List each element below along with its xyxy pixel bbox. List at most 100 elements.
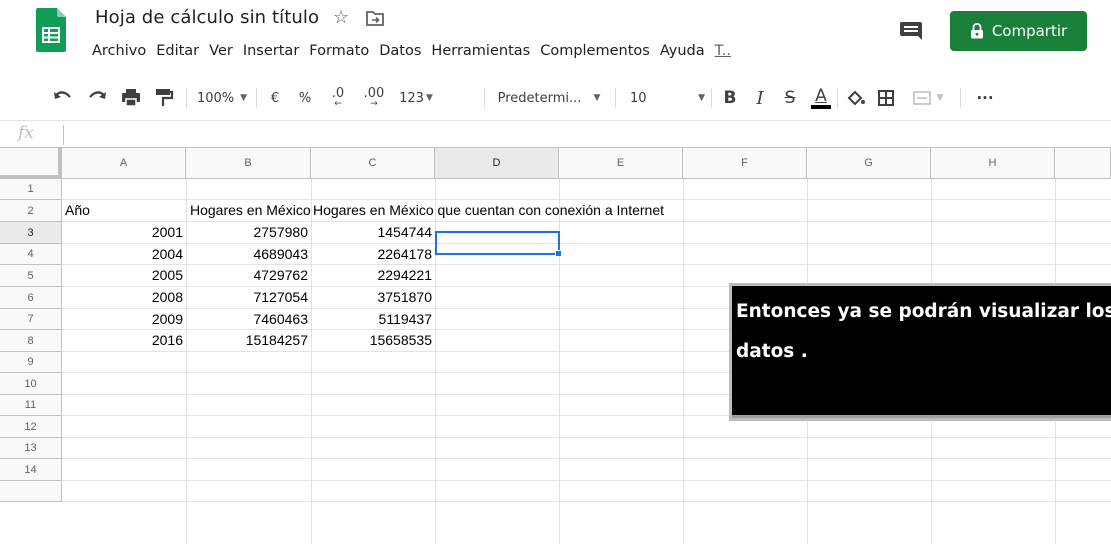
font-family-select[interactable]: Predetermi... ▼ [494, 78, 604, 118]
cell-b8[interactable]: 15184257 [186, 330, 311, 352]
cell-b7[interactable]: 7460463 [186, 309, 311, 330]
bold-button[interactable]: B [718, 78, 742, 118]
font-size-value: 10 [630, 90, 647, 106]
row-header[interactable]: 13 [0, 438, 62, 459]
row-header[interactable]: 4 [0, 244, 62, 265]
menu-bar: Archivo Editar Ver Insertar Formato Dato… [87, 38, 736, 64]
font-family-value: Predetermi... [497, 90, 582, 106]
menu-formato[interactable]: Formato [304, 38, 374, 64]
menu-complementos[interactable]: Complementos [535, 38, 655, 64]
arrow-left-icon: ← [334, 99, 342, 109]
row-header[interactable] [0, 481, 62, 502]
dropdown-caret-icon: ▼ [425, 93, 433, 103]
more-options-button[interactable]: ··· [970, 78, 1000, 118]
toolbar-divider [186, 88, 187, 108]
cell-c8[interactable]: 15658535 [311, 330, 435, 352]
undo-icon[interactable] [50, 78, 76, 118]
menu-datos[interactable]: Datos [374, 38, 426, 64]
row-header[interactable]: 1 [0, 179, 62, 200]
column-header-d[interactable]: D [435, 148, 559, 179]
cell-b2[interactable]: Hogares en México con computadora [186, 200, 311, 222]
italic-button[interactable]: I [748, 78, 772, 118]
more-formats-button[interactable]: 123 ▼ [394, 78, 438, 118]
cell-b6[interactable]: 7127054 [186, 287, 311, 309]
cell-b5[interactable]: 4729762 [186, 265, 311, 287]
decrease-decimals-button[interactable]: .0 ← [324, 78, 352, 118]
strikethrough-button[interactable]: S [778, 78, 802, 118]
caption-line-1: Entonces ya se podrán visualizar los [736, 301, 1111, 322]
toolbar-divider [837, 88, 838, 108]
document-title[interactable]: Hoja de cálculo sin título [95, 7, 319, 28]
formula-divider [63, 125, 64, 145]
menu-archivo[interactable]: Archivo [87, 38, 151, 64]
increase-decimals-button[interactable]: .00 → [358, 78, 390, 118]
merge-cells-icon [912, 91, 931, 105]
cell-c7[interactable]: 5119437 [311, 309, 435, 330]
star-icon[interactable]: ☆ [333, 6, 349, 30]
row-header[interactable]: 11 [0, 395, 62, 416]
menu-editar[interactable]: Editar [151, 38, 204, 64]
column-header-i[interactable] [1055, 148, 1111, 179]
last-edit-link[interactable]: T.. [710, 38, 736, 64]
borders-icon[interactable] [874, 78, 900, 118]
cell-b3[interactable]: 2757980 [186, 222, 311, 244]
currency-format-button[interactable]: € [264, 78, 286, 118]
cell-a4[interactable]: 2004 [62, 244, 186, 265]
row-header[interactable]: 9 [0, 352, 62, 373]
cell-a2[interactable]: Año [62, 200, 186, 222]
zoom-value: 100% [196, 90, 235, 106]
menu-ver[interactable]: Ver [204, 38, 238, 64]
menu-herramientas[interactable]: Herramientas [426, 38, 535, 64]
column-header-h[interactable]: H [931, 148, 1055, 179]
percent-format-button[interactable]: % [294, 78, 316, 118]
sheets-logo[interactable] [36, 8, 68, 52]
row-header[interactable]: 3 [0, 222, 62, 244]
cell-c5[interactable]: 2294221 [311, 265, 435, 287]
select-all-corner[interactable] [0, 148, 62, 179]
selected-cell-d3[interactable] [435, 231, 560, 255]
column-header-e[interactable]: E [559, 148, 683, 179]
row-header[interactable]: 5 [0, 265, 62, 287]
cell-a7[interactable]: 2009 [62, 309, 186, 330]
cell-c6[interactable]: 3751870 [311, 287, 435, 309]
dropdown-caret-icon: ▼ [936, 93, 944, 103]
row-header[interactable]: 2 [0, 200, 62, 222]
column-header-c[interactable]: C [311, 148, 435, 179]
cell-a3[interactable]: 2001 [62, 222, 186, 244]
cell-b4[interactable]: 4689043 [186, 244, 311, 265]
fill-color-icon[interactable] [842, 78, 868, 118]
row-header[interactable]: 7 [0, 309, 62, 330]
row-header[interactable]: 6 [0, 287, 62, 309]
comments-icon[interactable] [895, 16, 927, 48]
share-button[interactable]: Compartir [950, 11, 1087, 51]
row-header[interactable]: 8 [0, 330, 62, 352]
font-size-select[interactable]: 10 ▼ [630, 78, 705, 118]
cell-c3[interactable]: 1454744 [311, 222, 435, 244]
print-icon[interactable] [118, 78, 144, 118]
share-label: Compartir [991, 22, 1068, 40]
cell-c2[interactable]: Hogares en México que cuentan con conexi… [311, 200, 664, 222]
row-header[interactable]: 10 [0, 373, 62, 395]
caption-line-2: datos . [736, 341, 808, 362]
dropdown-caret-icon: ▼ [240, 93, 248, 103]
menu-insertar[interactable]: Insertar [238, 38, 304, 64]
row-header[interactable]: 12 [0, 416, 62, 438]
formula-input[interactable] [70, 123, 1100, 145]
cell-c4[interactable]: 2264178 [311, 244, 435, 265]
menu-ayuda[interactable]: Ayuda [655, 38, 710, 64]
cell-a6[interactable]: 2008 [62, 287, 186, 309]
fill-handle[interactable] [555, 250, 562, 257]
row-header[interactable]: 14 [0, 459, 62, 481]
column-header-a[interactable]: A [62, 148, 186, 179]
column-header-g[interactable]: G [807, 148, 931, 179]
paint-format-icon[interactable] [150, 78, 176, 118]
column-header-b[interactable]: B [186, 148, 311, 179]
redo-icon[interactable] [84, 78, 110, 118]
cell-a5[interactable]: 2005 [62, 265, 186, 287]
cell-a8[interactable]: 2016 [62, 330, 186, 352]
column-header-f[interactable]: F [683, 148, 807, 179]
text-color-button[interactable]: A [808, 78, 834, 118]
merge-cells-button[interactable]: ▼ [906, 78, 950, 118]
zoom-select[interactable]: 100% ▼ [196, 78, 248, 118]
move-to-folder-icon[interactable] [366, 10, 384, 26]
